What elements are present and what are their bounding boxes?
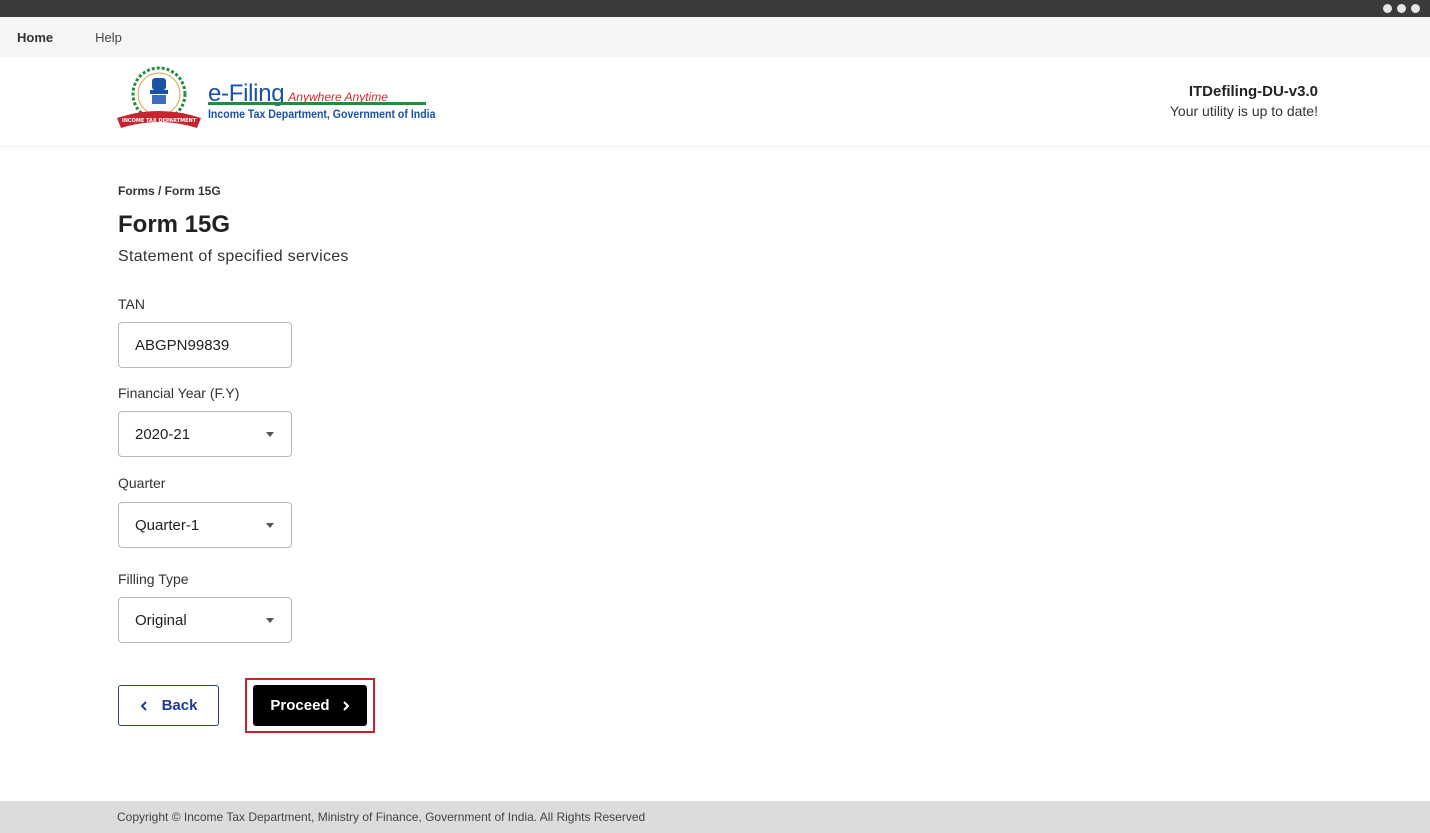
dropdown-caret-icon (266, 618, 274, 623)
proceed-label: Proceed (270, 697, 330, 714)
financial-year-select[interactable]: 2020-21 (118, 411, 292, 457)
back-button[interactable]: Back (118, 685, 219, 726)
breadcrumb[interactable]: Forms / Form 15G (118, 184, 718, 198)
dropdown-caret-icon (266, 523, 274, 528)
back-label: Back (161, 697, 198, 714)
financial-year-label: Financial Year (F.Y) (118, 385, 240, 401)
app-header: INCOME TAX DEPARTMENT e-Filing Anywhere A… (0, 57, 1430, 145)
version-status: Your utility is up to date! (1169, 103, 1318, 119)
filing-type-label: Filling Type (118, 571, 189, 587)
dot (1397, 4, 1406, 13)
chevron-right-icon (342, 700, 350, 711)
dot (1383, 4, 1392, 13)
version-info: ITDefiling-DU-v3.0 Your utility is up to… (1170, 83, 1318, 119)
financial-year-value: 2020-21 (135, 425, 191, 443)
proceed-button[interactable]: Proceed (253, 685, 367, 726)
page-heading: Forms / Form 15G Form 15G Statement of s… (118, 184, 718, 266)
menu-item-help[interactable]: Help (95, 30, 122, 45)
window-options-icon[interactable] (1383, 4, 1420, 13)
tan-label: TAN (118, 296, 145, 312)
emblem-ribbon-text: INCOME TAX DEPARTMENT (122, 118, 197, 124)
dropdown-caret-icon (266, 432, 274, 437)
window-titlebar (0, 0, 1430, 17)
menu-bar: Home Help (0, 17, 1430, 57)
efiling-logo: INCOME TAX DEPARTMENT e-Filing Anywhere A… (115, 66, 435, 132)
emblem-icon: INCOME TAX DEPARTMENT (117, 66, 201, 128)
dot (1411, 4, 1420, 13)
quarter-label: Quarter (118, 475, 166, 491)
page-title: Form 15G (118, 211, 231, 238)
page-subtitle: Statement of specified services (118, 248, 349, 265)
footer: Copyright © Income Tax Department, Minis… (0, 801, 1430, 833)
tan-input[interactable]: ABGPN99839 (118, 322, 292, 368)
menu-item-home[interactable]: Home (17, 30, 53, 45)
logo-underline (208, 102, 426, 105)
chevron-left-icon (140, 700, 147, 711)
quarter-select[interactable]: Quarter-1 (118, 502, 292, 548)
quarter-value: Quarter-1 (135, 516, 200, 534)
footer-copyright: Copyright © Income Tax Department, Minis… (117, 810, 646, 824)
logo-subtitle: Income Tax Department, Government of Ind… (208, 107, 436, 121)
version-name: ITDefiling-DU-v3.0 (1188, 83, 1318, 100)
filing-type-value: Original (135, 611, 187, 629)
tan-value: ABGPN99839 (135, 336, 230, 354)
filing-type-select[interactable]: Original (118, 597, 292, 643)
